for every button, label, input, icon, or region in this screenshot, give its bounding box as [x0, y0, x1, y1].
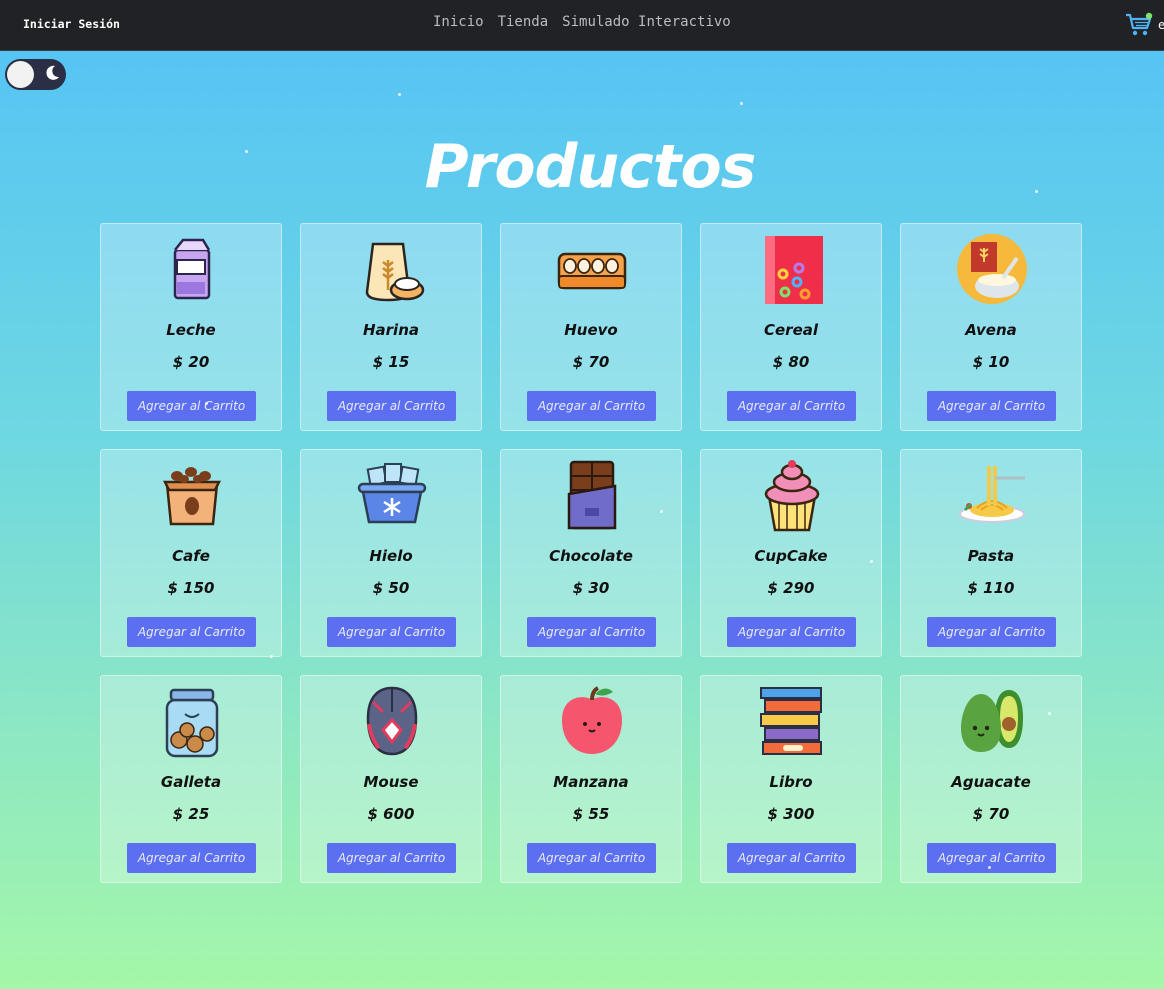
cart-count-text: e [1158, 18, 1164, 32]
product-price: $ 15 [372, 353, 410, 371]
add-to-cart-button[interactable]: Agregar al Carrito [327, 617, 456, 647]
add-to-cart-button[interactable]: Agregar al Carrito [127, 843, 256, 873]
product-card: Galleta $ 25 Agregar al Carrito [100, 675, 282, 883]
nav-tienda[interactable]: Tienda [498, 14, 549, 30]
milk-carton-icon [173, 238, 211, 300]
product-card: Chocolate $ 30 Agregar al Carrito [500, 449, 682, 657]
product-card: Manzana $ 55 Agregar al Carrito [500, 675, 682, 883]
apple-icon [562, 686, 622, 754]
product-name: Chocolate [549, 547, 633, 565]
snow-dot [398, 93, 401, 96]
chocolate-bar-icon [567, 460, 617, 530]
snow-dot [988, 866, 991, 869]
product-price: $ 300 [767, 805, 815, 823]
product-name: Huevo [564, 321, 618, 339]
coffee-bag-icon [162, 467, 222, 526]
product-grid: Leche $ 20 Agregar al Carrito Harina $ 15 Agr… [100, 223, 1082, 883]
add-to-cart-button[interactable]: Agregar al Carrito [327, 843, 456, 873]
add-to-cart-button[interactable]: Agregar al Carrito [927, 843, 1056, 873]
snow-dot [740, 102, 743, 105]
product-name: Galleta [160, 773, 222, 791]
add-to-cart-button[interactable]: Agregar al Carrito [927, 617, 1056, 647]
product-name: Hielo [369, 547, 413, 565]
product-name: Libro [769, 773, 813, 791]
shopping-cart-icon[interactable] [1124, 12, 1154, 38]
product-name: Harina [362, 321, 419, 339]
product-name: Manzana [553, 773, 629, 791]
product-card: Mouse $ 600 Agregar al Carrito [300, 675, 482, 883]
product-card: Harina $ 15 Agregar al Carrito [300, 223, 482, 431]
product-price: $ 290 [767, 579, 815, 597]
product-name: Aguacate [951, 773, 1031, 791]
snow-dot [870, 560, 873, 563]
product-name: Leche [166, 321, 216, 339]
snow-dot [205, 402, 208, 405]
add-to-cart-button[interactable]: Agregar al Carrito [727, 843, 856, 873]
page-title: Productos [424, 132, 757, 202]
cupcake-icon [764, 460, 820, 532]
add-to-cart-button[interactable]: Agregar al Carrito [927, 391, 1056, 421]
product-card: Leche $ 20 Agregar al Carrito [100, 223, 282, 431]
add-to-cart-button[interactable]: Agregar al Carrito [727, 617, 856, 647]
product-name: Pasta [967, 547, 1015, 565]
cookie-jar-icon [165, 688, 219, 758]
product-card: Huevo $ 70 Agregar al Carrito [500, 223, 682, 431]
login-link[interactable]: Iniciar Sesión [23, 17, 120, 31]
product-card: CupCake $ 290 Agregar al Carrito [700, 449, 882, 657]
product-card: Avena $ 10 Agregar al Carrito [900, 223, 1082, 431]
product-name: CupCake [754, 547, 828, 565]
add-to-cart-button[interactable]: Agregar al Carrito [127, 391, 256, 421]
add-to-cart-button[interactable]: Agregar al Carrito [527, 843, 656, 873]
top-navbar: Iniciar Sesión Inicio Tienda Simulado In… [0, 0, 1164, 51]
add-to-cart-button[interactable]: Agregar al Carrito [727, 391, 856, 421]
main-nav: Inicio Tienda Simulado Interactivo [433, 14, 731, 30]
product-card: Pasta $ 110 Agregar al Carrito [900, 449, 1082, 657]
product-price: $ 25 [172, 805, 210, 823]
avocado-icon [961, 690, 1023, 752]
snow-dot [270, 655, 273, 658]
snow-dot [660, 510, 663, 513]
product-price: $ 20 [172, 353, 210, 371]
gaming-mouse-icon [366, 686, 418, 756]
product-price: $ 10 [972, 353, 1010, 371]
ice-bucket-icon [357, 463, 427, 524]
product-card: Libro $ 300 Agregar al Carrito [700, 675, 882, 883]
product-name: Cafe [172, 547, 210, 565]
product-price: $ 70 [572, 353, 610, 371]
add-to-cart-button[interactable]: Agregar al Carrito [527, 617, 656, 647]
flour-sack-icon [365, 242, 425, 302]
snow-dot [1048, 712, 1051, 715]
cereal-box-icon [765, 236, 823, 304]
book-stack-icon [760, 687, 822, 755]
product-name: Cereal [763, 321, 819, 339]
product-card: Hielo $ 50 Agregar al Carrito [300, 449, 482, 657]
add-to-cart-button[interactable]: Agregar al Carrito [127, 617, 256, 647]
theme-toggle[interactable] [5, 59, 66, 90]
product-name: Mouse [363, 773, 419, 791]
egg-carton-icon [557, 252, 627, 290]
product-card: Cereal $ 80 Agregar al Carrito [700, 223, 882, 431]
product-price: $ 80 [772, 353, 810, 371]
toggle-knob [7, 61, 34, 88]
pasta-plate-icon [959, 466, 1025, 523]
product-card: Aguacate $ 70 Agregar al Carrito [900, 675, 1082, 883]
add-to-cart-button[interactable]: Agregar al Carrito [527, 391, 656, 421]
nav-inicio[interactable]: Inicio [433, 14, 484, 30]
product-price: $ 50 [372, 579, 410, 597]
product-card: Cafe $ 150 Agregar al Carrito [100, 449, 282, 657]
snow-dot [245, 150, 248, 153]
product-price: $ 110 [967, 579, 1015, 597]
snow-dot [1035, 190, 1038, 193]
add-to-cart-button[interactable]: Agregar al Carrito [327, 391, 456, 421]
product-name: Avena [965, 321, 1017, 339]
moon-icon [46, 65, 59, 80]
product-price: $ 600 [367, 805, 415, 823]
product-price: $ 30 [572, 579, 610, 597]
product-price: $ 70 [972, 805, 1010, 823]
nav-simulado-interactivo[interactable]: Simulado Interactivo [562, 14, 731, 30]
product-price: $ 55 [572, 805, 610, 823]
product-price: $ 150 [167, 579, 215, 597]
oat-bowl-icon [957, 234, 1027, 304]
